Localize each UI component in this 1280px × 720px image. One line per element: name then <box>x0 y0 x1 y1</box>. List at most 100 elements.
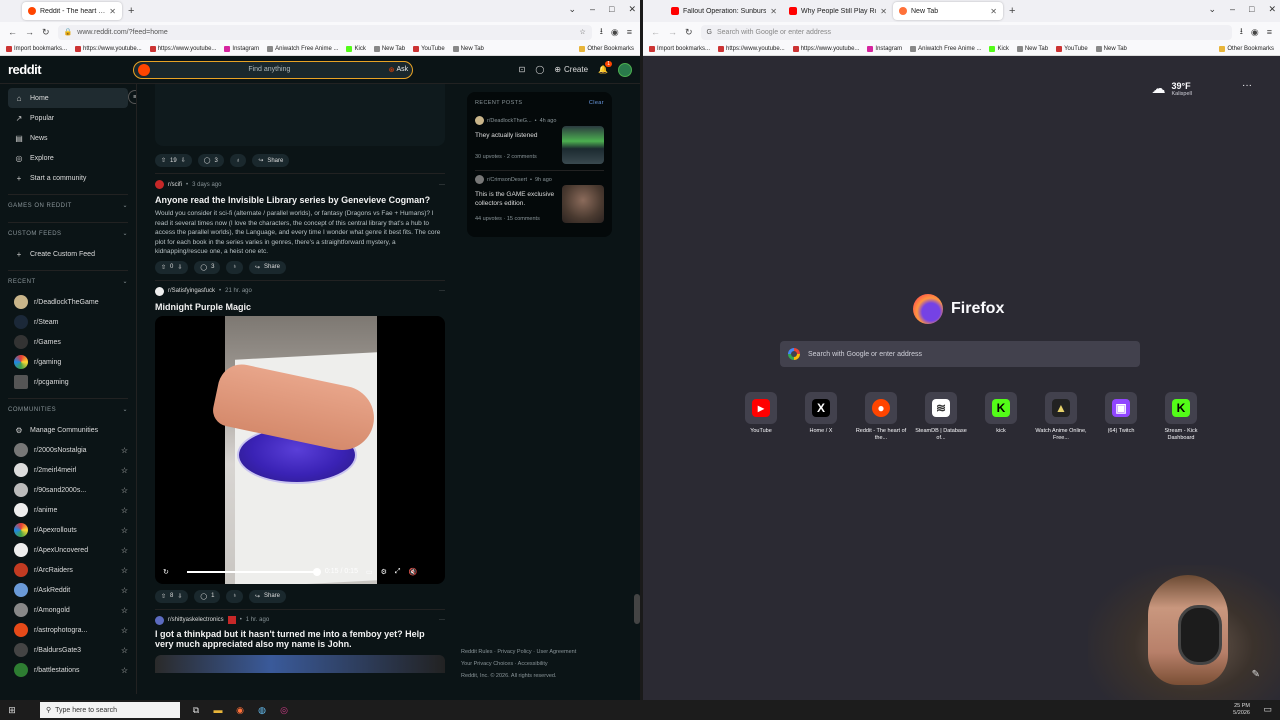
star-icon[interactable]: ☆ <box>121 546 128 555</box>
vote-pill[interactable]: ⇧ 19 ⇩ <box>155 154 192 167</box>
notification-icon[interactable]: ▭ <box>1263 704 1272 715</box>
downloads-icon[interactable]: ⭳ <box>600 24 603 40</box>
star-icon[interactable]: ☆ <box>121 646 128 655</box>
downloads-icon[interactable]: ⭳ <box>1240 24 1243 40</box>
star-icon[interactable]: ☆ <box>121 466 128 475</box>
chevron-down-icon[interactable]: ⌄ <box>1208 4 1216 15</box>
star-icon[interactable]: ☆ <box>121 666 128 675</box>
shortcut-anime[interactable]: ▲ Watch Anime Online, Free... <box>1031 392 1091 442</box>
recent-section-header[interactable]: RECENT ⌄ <box>8 270 128 292</box>
new-tab-button[interactable]: + <box>122 5 140 17</box>
tab-runescape[interactable]: Why People Still Play Runescap...✕ <box>783 2 893 20</box>
reload-icon[interactable]: ↻ <box>685 27 693 38</box>
bookmark-item[interactable]: Instagram <box>224 45 259 52</box>
bookmark-item[interactable]: Instagram <box>867 45 902 52</box>
captions-icon[interactable]: ▭ <box>366 568 373 576</box>
close-tab-icon[interactable]: ✕ <box>880 7 887 16</box>
notifications-icon[interactable]: 🔔 1 <box>598 61 612 74</box>
award-button[interactable]: ♁ <box>229 154 247 167</box>
bookmark-item[interactable]: https://www.youtube... <box>718 45 785 52</box>
shortcut-youtube[interactable]: ▶ YouTube <box>731 392 791 442</box>
star-icon[interactable]: ☆ <box>121 606 128 615</box>
share-button[interactable]: ↪ Share <box>248 589 287 603</box>
forward-icon[interactable]: → <box>668 27 677 37</box>
bookmark-item[interactable]: New Tab <box>1016 45 1048 52</box>
bookmark-item[interactable]: Import bookmarks... <box>6 45 67 52</box>
sidebar-item-recent[interactable]: r/gaming <box>8 352 128 372</box>
edit-pencil-icon[interactable]: ✎ <box>1252 669 1260 680</box>
forward-icon[interactable]: → <box>25 27 34 37</box>
recent-post-item[interactable]: r/DeadlockTheG... • 4h ago They actually l… <box>475 112 604 171</box>
recent-post-item[interactable]: r/CrimsonDesert • 9h ago This is the GAME … <box>475 171 604 229</box>
chat-icon[interactable]: ◯ <box>535 65 544 74</box>
comments-button[interactable]: ◯ 1 <box>194 589 221 603</box>
more-options-icon[interactable]: ··· <box>439 617 445 623</box>
maximize-icon[interactable]: □ <box>609 4 614 15</box>
sidebar-item-recent[interactable]: r/pcgaming <box>8 372 128 392</box>
video-player[interactable]: ↻ 0:15 / 0:15 ▭ ⚙ ⤢ 🔇 <box>155 315 445 584</box>
replay-icon[interactable]: ↻ <box>163 568 169 576</box>
star-icon[interactable]: ☆ <box>121 446 128 455</box>
sidebar-item-start-community[interactable]: + Start a community <box>8 168 128 188</box>
communities-section-header[interactable]: COMMUNITIES ⌄ <box>8 398 128 420</box>
star-icon[interactable]: ☆ <box>121 626 128 635</box>
newtab-search-input[interactable]: Search with Google or enter address <box>780 341 1140 367</box>
minimize-icon[interactable]: – <box>590 4 595 15</box>
subreddit-name[interactable]: r/shittyaskelectronics <box>168 617 224 623</box>
bookmark-item[interactable]: New Tab <box>373 45 405 52</box>
star-icon[interactable]: ☆ <box>121 506 128 515</box>
close-tab-icon[interactable]: ✕ <box>990 7 997 16</box>
reload-icon[interactable]: ↻ <box>42 27 50 38</box>
bookmark-item[interactable]: Aniwatch Free Anime ... <box>267 45 338 52</box>
star-icon[interactable]: ☆ <box>121 486 128 495</box>
firefox-taskbar-icon[interactable]: ◉ <box>234 704 246 716</box>
chevron-down-icon[interactable]: ⌄ <box>568 4 576 15</box>
sidebar-item-recent[interactable]: r/Steam <box>8 312 128 332</box>
community-item[interactable]: r/battlestations ☆ <box>8 660 128 680</box>
settings-icon[interactable]: ⚙ <box>381 568 387 576</box>
sidebar-item-home[interactable]: ⌂ Home <box>8 88 128 108</box>
account-icon[interactable]: ◉ <box>1251 27 1259 38</box>
sidebar-item-recent[interactable]: r/DeadlockTheGame <box>8 292 128 312</box>
feed-post[interactable]: r/scifi • 3 days ago ··· Anyone read the In… <box>155 174 445 281</box>
obs-taskbar-icon[interactable]: ◎ <box>278 704 290 716</box>
mute-icon[interactable]: 🔇 <box>408 568 417 576</box>
community-item[interactable]: r/anime ☆ <box>8 500 128 520</box>
shortcut-reddit[interactable]: ● Reddit - The heart of the... <box>851 392 911 442</box>
bookmark-item[interactable]: Aniwatch Free Anime ... <box>910 45 981 52</box>
fullscreen-icon[interactable]: ⤢ <box>395 568 401 576</box>
post-title[interactable]: I got a thinkpad but it hasn't turned me… <box>155 629 445 649</box>
post-title[interactable]: Anyone read the Invisible Library series… <box>155 195 445 205</box>
subreddit-name[interactable]: r/Satisfyingasfuck <box>168 288 215 294</box>
create-button[interactable]: ⊕ Create <box>554 65 588 74</box>
weather-widget[interactable]: ☁ 39°F Kalispell <box>1152 80 1192 97</box>
menu-icon[interactable]: ≡ <box>1267 27 1272 37</box>
file-explorer-icon[interactable]: ▬ <box>212 704 224 716</box>
bookmark-item[interactable]: New Tab <box>452 45 484 52</box>
bookmark-item[interactable]: https://www.youtube... <box>75 45 142 52</box>
more-options-icon[interactable]: ··· <box>439 182 445 188</box>
recent-post-thumbnail[interactable] <box>562 185 604 223</box>
bookmark-item[interactable]: Kick <box>989 45 1009 52</box>
community-item[interactable]: r/Apexrollouts ☆ <box>8 520 128 540</box>
maximize-icon[interactable]: □ <box>1249 4 1254 15</box>
minimize-icon[interactable]: – <box>1230 4 1235 15</box>
search-input[interactable]: Find anything ⊛ Ask <box>133 60 414 79</box>
post-title[interactable]: Midnight Purple Magic <box>155 302 445 312</box>
community-item[interactable]: r/AskReddit ☆ <box>8 580 128 600</box>
collapse-sidebar-icon[interactable]: ≡ <box>128 90 136 104</box>
vote-pill[interactable]: ⇧ 8 ⇩ <box>155 589 189 603</box>
more-options-icon[interactable]: ··· <box>1242 80 1252 91</box>
back-icon[interactable]: ← <box>651 27 660 37</box>
shortcut-steamdb[interactable]: ≋ SteamDB | Database of... <box>911 392 971 442</box>
menu-icon[interactable]: ≡ <box>627 27 632 37</box>
shortcut-x[interactable]: X Home / X <box>791 392 851 442</box>
community-item[interactable]: r/BaldursGate3 ☆ <box>8 640 128 660</box>
tab-new-tab[interactable]: New Tab ✕ <box>893 2 1003 20</box>
taskbar-clock[interactable]: 25 PM 5/2026 <box>1233 703 1280 717</box>
footer-links[interactable]: Reddit Rules · Privacy Policy · User Agr… <box>461 646 611 658</box>
star-icon[interactable]: ☆ <box>121 586 128 595</box>
games-section-header[interactable]: GAMES ON REDDIT ⌄ <box>8 194 128 216</box>
close-window-icon[interactable]: ✕ <box>1268 4 1276 15</box>
new-tab-button[interactable]: + <box>1003 5 1021 17</box>
